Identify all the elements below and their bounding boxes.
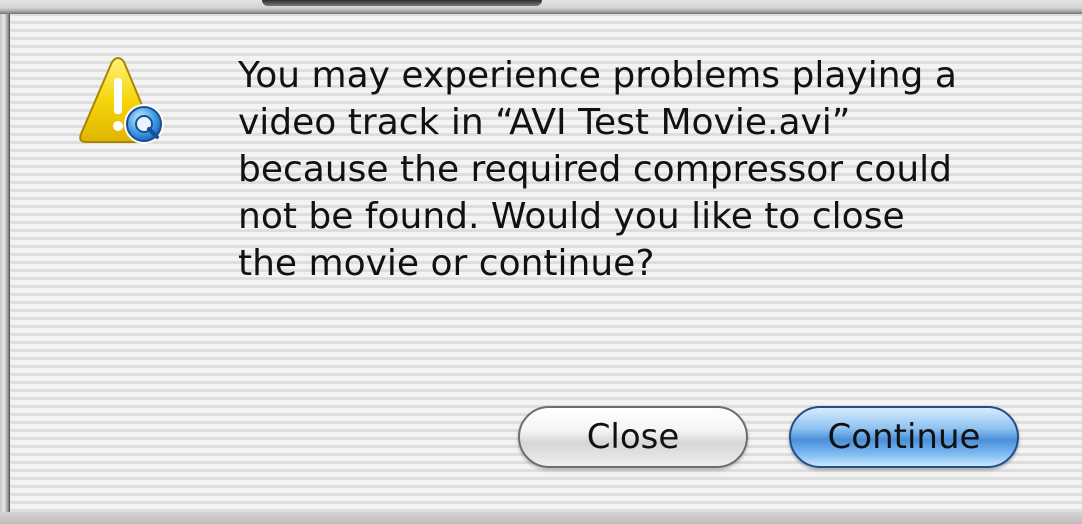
window-frame-bottom <box>0 512 1082 524</box>
window-frame-left <box>0 14 10 524</box>
continue-button[interactable]: Continue <box>789 406 1019 468</box>
continue-button-label: Continue <box>827 417 981 457</box>
close-button[interactable]: Close <box>518 406 748 468</box>
alert-dialog: You may experience problems playing a vi… <box>0 0 1082 524</box>
close-button-label: Close <box>586 417 680 457</box>
parent-window-edge <box>262 0 542 6</box>
quicktime-warning-icon <box>79 57 164 144</box>
alert-message: You may experience problems playing a vi… <box>238 55 957 284</box>
